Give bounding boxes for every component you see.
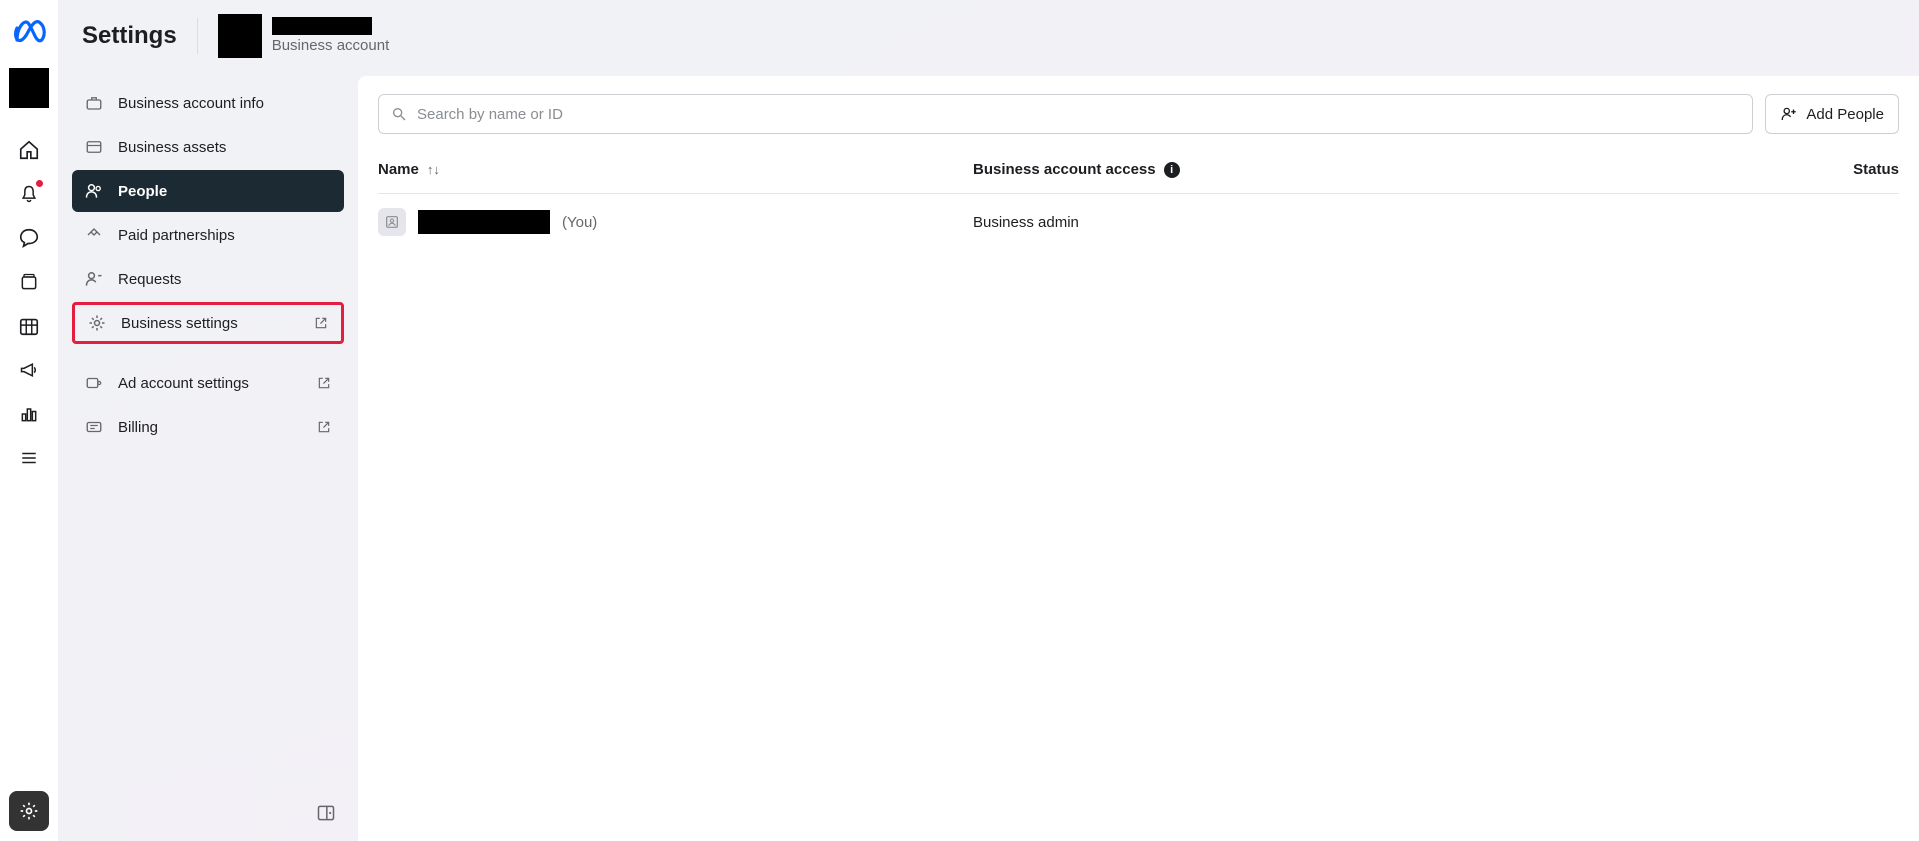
- assets-icon: [84, 137, 104, 157]
- rail-more[interactable]: [9, 438, 49, 478]
- briefcase-icon: [84, 93, 104, 113]
- rail-settings[interactable]: [9, 791, 49, 831]
- column-header-access: Business account access i: [973, 161, 1799, 178]
- settings-sidebar: Business account info Business assets Pe…: [58, 72, 358, 841]
- megaphone-icon: [18, 360, 40, 380]
- sidebar-item-partnerships[interactable]: Paid partnerships: [72, 214, 344, 256]
- gear-icon: [87, 313, 107, 333]
- calendar-grid-icon: [18, 315, 40, 337]
- search-icon: [391, 106, 407, 122]
- bell-icon: [19, 183, 39, 205]
- bar-chart-icon: [19, 404, 39, 424]
- global-nav-rail: [0, 0, 58, 841]
- sidebar-item-ad-account-settings[interactable]: Ad account settings: [72, 362, 344, 404]
- rail-inbox[interactable]: [9, 218, 49, 258]
- sidebar-item-label: Requests: [118, 271, 332, 288]
- sidebar-item-label: Paid partnerships: [118, 227, 332, 244]
- people-panel: Add People Name ↑↓ Business account acce…: [358, 76, 1919, 841]
- sidebar-item-requests[interactable]: Requests: [72, 258, 344, 300]
- you-suffix: (You): [562, 214, 597, 231]
- sidebar-item-assets[interactable]: Business assets: [72, 126, 344, 168]
- account-switcher-block[interactable]: [9, 68, 49, 108]
- sort-icon: ↑↓: [427, 162, 440, 177]
- account-avatar: [218, 14, 262, 58]
- external-link-icon: [316, 375, 332, 391]
- sidebar-item-people[interactable]: People: [72, 170, 344, 212]
- person-request-icon: [84, 269, 104, 289]
- people-icon: [84, 181, 104, 201]
- page-title: Settings: [82, 22, 177, 50]
- people-table-header: Name ↑↓ Business account access i Status: [378, 146, 1899, 194]
- sidebar-item-business-settings[interactable]: Business settings: [72, 302, 344, 344]
- sidebar-item-label: Business assets: [118, 139, 332, 156]
- sidebar-item-label: Ad account settings: [118, 375, 302, 392]
- external-link-icon: [313, 315, 329, 331]
- gear-icon: [19, 801, 39, 821]
- meta-logo[interactable]: [9, 12, 49, 52]
- rail-content[interactable]: [9, 262, 49, 302]
- search-input[interactable]: [417, 106, 1740, 123]
- notification-dot-icon: [36, 180, 43, 187]
- add-people-button[interactable]: Add People: [1765, 94, 1899, 134]
- sidebar-item-label: Business account info: [118, 95, 332, 112]
- person-name-redacted: [418, 210, 550, 234]
- house-icon: [18, 139, 40, 161]
- ad-settings-icon: [84, 373, 104, 393]
- posts-icon: [19, 272, 39, 292]
- header-divider: [197, 18, 198, 54]
- info-icon[interactable]: i: [1164, 162, 1180, 178]
- rail-notifications[interactable]: [9, 174, 49, 214]
- rail-home[interactable]: [9, 130, 49, 170]
- search-box[interactable]: [378, 94, 1753, 134]
- add-people-label: Add People: [1806, 106, 1884, 123]
- sidebar-item-account-info[interactable]: Business account info: [72, 82, 344, 124]
- sidebar-item-label: Billing: [118, 419, 302, 436]
- billing-icon: [84, 417, 104, 437]
- handshake-icon: [84, 225, 104, 245]
- person-avatar-icon: [378, 208, 406, 236]
- column-header-status: Status: [1799, 161, 1899, 178]
- account-chip[interactable]: Business account: [218, 14, 390, 58]
- hamburger-icon: [19, 449, 39, 467]
- meta-logo-icon: [11, 20, 47, 44]
- column-header-name[interactable]: Name ↑↓: [378, 161, 973, 178]
- rail-insights[interactable]: [9, 394, 49, 434]
- account-type-label: Business account: [272, 37, 390, 55]
- rail-ads[interactable]: [9, 350, 49, 390]
- page-header: Settings Business account: [58, 0, 1919, 72]
- rail-planner[interactable]: [9, 306, 49, 346]
- external-link-icon: [316, 419, 332, 435]
- add-person-icon: [1780, 105, 1798, 123]
- sidebar-item-billing[interactable]: Billing: [72, 406, 344, 448]
- collapse-panel-icon[interactable]: [316, 803, 336, 823]
- sidebar-item-label: Business settings: [121, 315, 299, 332]
- account-name-redacted: [272, 17, 372, 35]
- people-table-row[interactable]: (You) Business admin: [378, 194, 1899, 250]
- sidebar-item-label: People: [118, 183, 332, 200]
- chat-icon: [18, 227, 40, 249]
- row-access-value: Business admin: [973, 214, 1799, 231]
